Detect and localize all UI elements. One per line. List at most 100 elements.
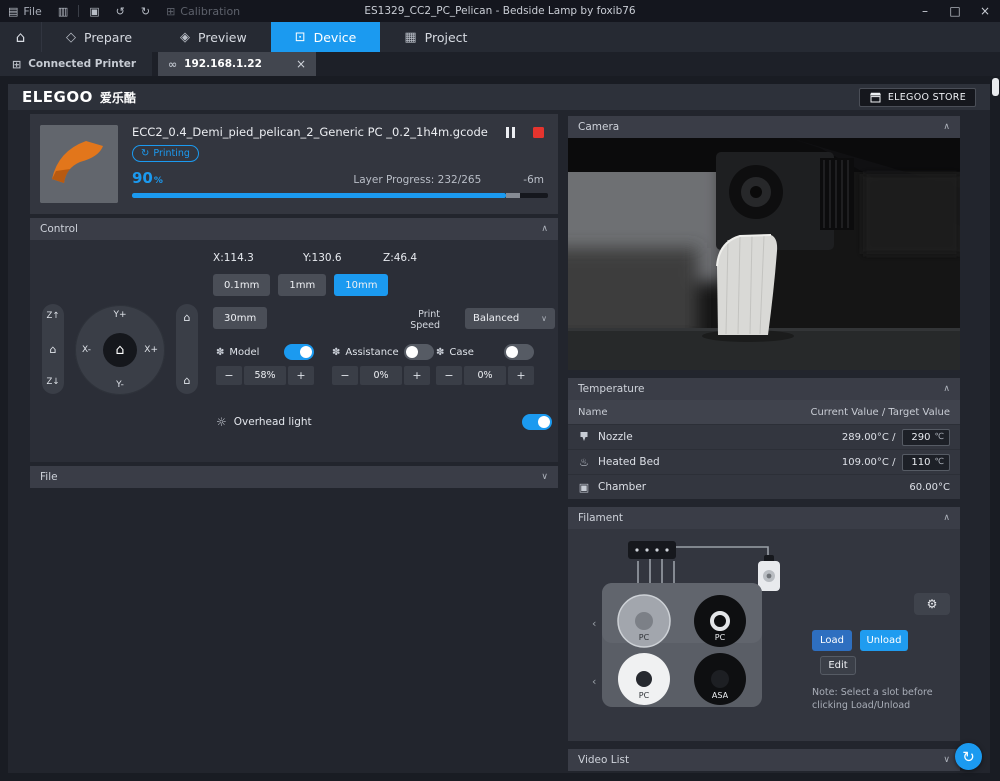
device-page: ELEGOO 爱乐酷 ELEGOO STORE — [8, 84, 990, 773]
load-unload-row: Load Unload — [812, 630, 908, 651]
filament-slot-3[interactable]: PC — [618, 653, 670, 705]
file-title: File — [40, 471, 58, 483]
chamber-icon: ▣ — [578, 481, 590, 494]
assistance-fan-plus-button[interactable]: + — [404, 366, 430, 385]
printer-tab-row: ⊞ Connected Printer ∞ 192.168.1.22 × — [0, 52, 1000, 76]
model-thumbnail — [40, 125, 118, 203]
load-button[interactable]: Load — [812, 630, 852, 651]
video-list-title: Video List — [578, 754, 629, 766]
close-button[interactable]: × — [970, 0, 1000, 22]
jog-y-plus-button[interactable]: Y+ — [113, 310, 126, 320]
home-bed-button[interactable]: ⌂ — [184, 374, 191, 387]
refresh-button[interactable]: ↻ — [955, 743, 982, 770]
assistance-fan-label: Assistance — [345, 347, 398, 358]
nozzle-target-input[interactable] — [908, 432, 930, 443]
filament-settings-button[interactable]: ⚙ — [914, 593, 950, 615]
case-fan-plus-button[interactable]: + — [508, 366, 534, 385]
tab-device[interactable]: ⊡ Device — [271, 22, 381, 52]
home-button[interactable]: ⌂ — [0, 22, 42, 52]
list-icon: ▥ — [58, 5, 68, 18]
vertical-scrollbar-thumb[interactable] — [992, 78, 999, 96]
printer-ip-tab[interactable]: ∞ 192.168.1.22 × — [158, 52, 316, 76]
case-fan-toggle[interactable] — [504, 344, 534, 360]
undo-icon: ↺ — [116, 5, 125, 18]
model-fan-minus-button[interactable]: − — [216, 366, 242, 385]
video-list-panel-header[interactable]: Video List ∨ — [568, 749, 960, 771]
minimize-button[interactable]: – — [910, 0, 940, 22]
z-up-button[interactable]: Z↑ — [47, 311, 60, 321]
pause-button[interactable] — [506, 127, 515, 138]
assistance-fan-minus-button[interactable]: − — [332, 366, 358, 385]
assistance-fan-toggle[interactable] — [404, 344, 434, 360]
control-panel-body: X:114.3 Y:130.6 Z:46.4 0.1mm 1mm 10mm 30… — [30, 240, 558, 462]
tab-prepare[interactable]: ◇ Prepare — [42, 22, 156, 52]
jog-y-minus-button[interactable]: Y- — [116, 380, 124, 390]
home-xy-button[interactable]: ⌂ — [184, 311, 191, 324]
tab-prepare-label: Prepare — [84, 30, 132, 45]
camera-image — [568, 138, 960, 370]
case-fan-label: Case — [449, 347, 473, 358]
print-speed-dropdown[interactable]: Balanced ∨ — [465, 308, 555, 329]
camera-panel-header[interactable]: Camera ∧ — [568, 116, 960, 138]
calibration-icon: ⊞ — [166, 5, 175, 18]
tab-preview[interactable]: ◈ Preview — [156, 22, 271, 52]
stop-button[interactable] — [533, 127, 544, 138]
calibration-button[interactable]: ⊞ Calibration — [158, 0, 248, 22]
nozzle-label: Nozzle — [598, 431, 633, 443]
step-10mm-button[interactable]: 10mm — [334, 274, 388, 296]
home-z-button[interactable]: ⌂ — [50, 343, 57, 356]
save-button[interactable]: ▣ — [81, 0, 107, 22]
connected-printer-label[interactable]: ⊞ Connected Printer — [0, 52, 152, 76]
case-fan-minus-button[interactable]: − — [436, 366, 462, 385]
undo-button[interactable]: ↺ — [108, 0, 133, 22]
nozzle-current: 289.00°C / — [842, 432, 896, 443]
jog-wheel: Y+ Y- X- X+ ⌂ — [75, 305, 165, 395]
progress-bar — [132, 193, 548, 198]
file-icon: ▤ — [8, 5, 18, 18]
model-fan-plus-button[interactable]: + — [288, 366, 314, 385]
coordinate-z: Z:46.4 — [383, 252, 417, 264]
step-30mm-button[interactable]: 30mm — [213, 307, 267, 329]
jog-x-plus-button[interactable]: X+ — [144, 345, 158, 355]
coordinate-y: Y:130.6 — [303, 252, 342, 264]
progress-notch — [506, 193, 520, 198]
filament-slot-2[interactable]: PC — [694, 595, 746, 647]
model-fan-value: 58% — [244, 366, 286, 385]
maximize-button[interactable]: □ — [940, 0, 970, 22]
filament-panel-header[interactable]: Filament ∧ — [568, 507, 960, 529]
progress-percent-sign: % — [154, 176, 163, 186]
elegoo-store-button[interactable]: ELEGOO STORE — [859, 88, 976, 107]
printing-spinner-icon: ↻ — [141, 148, 149, 159]
control-panel-header[interactable]: Control ∧ — [30, 218, 558, 240]
file-menu[interactable]: ▤ File — [0, 0, 50, 22]
model-fan-toggle[interactable] — [284, 344, 314, 360]
temperature-panel-header[interactable]: Temperature ∧ — [568, 378, 960, 400]
redo-icon: ↻ — [141, 5, 150, 18]
heated-bed-target-input[interactable] — [908, 457, 930, 468]
edit-button[interactable]: Edit — [820, 656, 856, 675]
tab-project-label: Project — [425, 30, 468, 45]
file-panel-header[interactable]: File ∨ — [30, 466, 558, 488]
overhead-light-toggle[interactable] — [522, 414, 552, 430]
heated-bed-current: 109.00°C / — [842, 457, 896, 468]
filament-slot-1[interactable]: PC — [618, 595, 670, 647]
redo-button[interactable]: ↻ — [133, 0, 158, 22]
home-all-button[interactable]: ⌂ — [103, 333, 137, 367]
z-down-button[interactable]: Z↓ — [47, 377, 60, 387]
divider — [78, 5, 79, 17]
progress-fill — [132, 193, 506, 198]
workspace-menu-button[interactable]: ▥ — [50, 0, 76, 22]
jog-x-minus-button[interactable]: X- — [82, 345, 91, 355]
step-0.1mm-button[interactable]: 0.1mm — [213, 274, 270, 296]
left-column: ECC2_0.4_Demi_pied_pelican_2_Generic PC … — [30, 114, 558, 488]
step-1mm-button[interactable]: 1mm — [278, 274, 326, 296]
fan-icon: ✽ — [216, 347, 224, 358]
elegoo-logo: ELEGOO — [22, 88, 93, 106]
assistance-fan-value: 0% — [360, 366, 402, 385]
filament-slot-4[interactable]: ASA — [694, 653, 746, 705]
nozzle-target-box: ℃ — [902, 429, 950, 446]
tab-project[interactable]: ▦ Project — [380, 22, 491, 52]
close-tab-icon[interactable]: × — [296, 57, 306, 71]
tab-preview-label: Preview — [198, 30, 247, 45]
unload-button[interactable]: Unload — [860, 630, 908, 651]
